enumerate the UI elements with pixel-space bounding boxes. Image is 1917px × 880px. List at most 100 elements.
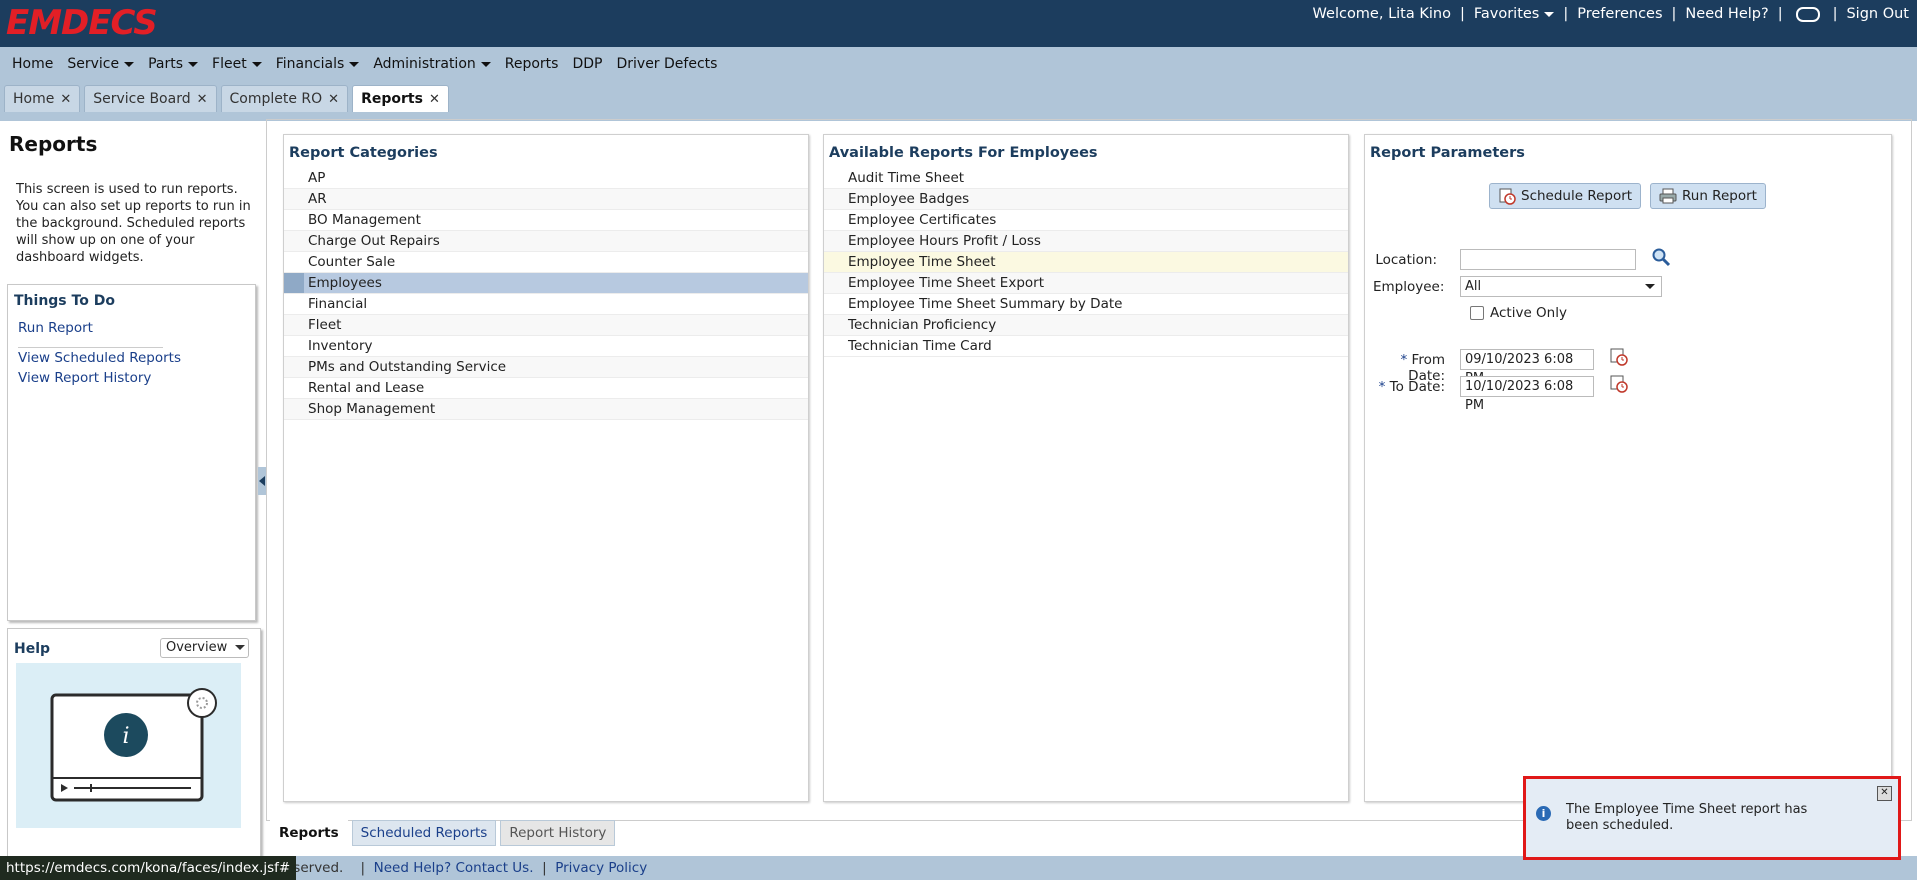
- footer-links: eserved. | Need Help? Contact Us. | Priv…: [285, 860, 648, 876]
- tab-service-board[interactable]: Service Board ✕: [84, 85, 217, 112]
- run-report-link[interactable]: Run Report: [18, 320, 93, 336]
- things-to-do-title: Things To Do: [14, 293, 115, 309]
- tab-report-history[interactable]: Report History: [500, 820, 616, 846]
- list-item[interactable]: AR: [284, 189, 808, 210]
- list-item[interactable]: Counter Sale: [284, 252, 808, 273]
- search-icon[interactable]: [1651, 247, 1671, 267]
- row-gutter: [824, 189, 844, 209]
- list-item[interactable]: Employee Time Sheet Summary by Date: [824, 294, 1348, 315]
- close-icon[interactable]: ✕: [1877, 786, 1892, 801]
- cloud-icon[interactable]: [1795, 6, 1820, 22]
- schedule-report-button[interactable]: Schedule Report: [1489, 183, 1642, 209]
- row-gutter: [284, 357, 304, 377]
- menu-label: Administration: [373, 56, 476, 72]
- list-item[interactable]: Financial: [284, 294, 808, 315]
- close-icon[interactable]: ✕: [328, 92, 339, 107]
- list-item[interactable]: Technician Proficiency: [824, 315, 1348, 336]
- list-item[interactable]: Technician Time Card: [824, 336, 1348, 357]
- active-only-checkbox[interactable]: [1470, 306, 1484, 320]
- info-icon: i: [1536, 806, 1551, 821]
- list-item[interactable]: PMs and Outstanding Service: [284, 357, 808, 378]
- tab-label: Service Board: [93, 91, 191, 107]
- contact-us-link[interactable]: Need Help? Contact Us.: [374, 860, 534, 876]
- list-item[interactable]: Shop Management: [284, 399, 808, 420]
- notification-message: The Employee Time Sheet report has been …: [1566, 802, 1808, 833]
- list-item[interactable]: Charge Out Repairs: [284, 231, 808, 252]
- list-item[interactable]: BO Management: [284, 210, 808, 231]
- menu-ddp[interactable]: DDP: [565, 52, 609, 76]
- row-gutter: [284, 231, 304, 251]
- view-report-history-link[interactable]: View Report History: [18, 370, 151, 386]
- privacy-policy-link[interactable]: Privacy Policy: [555, 860, 647, 876]
- row-gutter: [284, 378, 304, 398]
- favorites-menu[interactable]: Favorites: [1474, 6, 1555, 22]
- list-item[interactable]: Employee Time Sheet: [824, 252, 1348, 273]
- menu-administration[interactable]: Administration: [366, 52, 497, 76]
- location-label: Location:: [1375, 252, 1437, 268]
- emdecs-logo[interactable]: EMDECS: [6, 3, 158, 43]
- list-item-label: Inventory: [308, 338, 373, 354]
- calendar-icon[interactable]: [1609, 347, 1629, 367]
- list-item-label: Rental and Lease: [308, 380, 425, 396]
- view-scheduled-reports-link[interactable]: View Scheduled Reports: [18, 350, 181, 366]
- menu-service[interactable]: Service: [60, 52, 141, 76]
- row-gutter: [284, 336, 304, 356]
- location-input[interactable]: [1460, 249, 1636, 270]
- list-item[interactable]: Employee Time Sheet Export: [824, 273, 1348, 294]
- employee-select[interactable]: All: [1460, 276, 1662, 297]
- chevron-down-icon: [1645, 284, 1655, 289]
- row-gutter: [824, 294, 844, 314]
- sign-out-link[interactable]: Sign Out: [1846, 6, 1909, 22]
- tab-home[interactable]: Home ✕: [4, 85, 81, 112]
- active-only-label: Active Only: [1490, 305, 1567, 321]
- welcome-text: Welcome, Lita Kino: [1312, 6, 1451, 22]
- list-item-label: Fleet: [308, 317, 342, 333]
- need-help-link[interactable]: Need Help?: [1685, 6, 1768, 22]
- employee-value: All: [1465, 279, 1482, 294]
- help-video-thumbnail[interactable]: i: [16, 663, 241, 828]
- from-date-input[interactable]: 09/10/2023 6:08 PM: [1460, 349, 1594, 386]
- menu-reports[interactable]: Reports: [498, 52, 566, 76]
- row-gutter: [824, 210, 844, 230]
- close-icon[interactable]: ✕: [197, 92, 208, 107]
- tab-reports[interactable]: Reports ✕: [352, 85, 449, 112]
- tab-complete-ro[interactable]: Complete RO ✕: [220, 85, 349, 112]
- row-gutter: [284, 294, 304, 314]
- list-item[interactable]: Employee Badges: [824, 189, 1348, 210]
- menu-fleet[interactable]: Fleet: [205, 52, 269, 76]
- tab-scheduled-reports[interactable]: Scheduled Reports: [351, 820, 497, 846]
- main-content: Report Categories AP AR BO Management Charg…: [266, 119, 1912, 821]
- list-item[interactable]: Inventory: [284, 336, 808, 357]
- preferences-link[interactable]: Preferences: [1577, 6, 1662, 22]
- list-item[interactable]: Rental and Lease: [284, 378, 808, 399]
- menu-label: Reports: [504, 56, 559, 72]
- chevron-down-icon: [235, 645, 246, 650]
- calendar-icon[interactable]: [1609, 374, 1629, 394]
- list-item[interactable]: Employee Hours Profit / Loss: [824, 231, 1348, 252]
- list-item[interactable]: Fleet: [284, 315, 808, 336]
- row-gutter: [284, 399, 304, 419]
- to-date-input[interactable]: 10/10/2023 6:08 PM: [1460, 376, 1594, 413]
- list-item[interactable]: AP: [284, 168, 808, 189]
- menu-driver-defects[interactable]: Driver Defects: [609, 52, 724, 76]
- run-report-button[interactable]: Run Report: [1650, 183, 1766, 209]
- menu-home[interactable]: Home: [5, 52, 60, 76]
- list-item[interactable]: Audit Time Sheet: [824, 168, 1348, 189]
- available-reports-panel: Available Reports For Employees Audit Ti…: [823, 134, 1349, 802]
- tab-label: Reports: [361, 91, 423, 107]
- list-item-label: Technician Proficiency: [848, 317, 997, 333]
- chevron-down-icon: [251, 61, 262, 67]
- tab-reports-bottom[interactable]: Reports: [270, 820, 348, 846]
- divider: [18, 347, 163, 348]
- row-gutter: [284, 168, 304, 188]
- row-gutter: [284, 315, 304, 335]
- menu-parts[interactable]: Parts: [141, 52, 205, 76]
- list-item[interactable]: Employee Certificates: [824, 210, 1348, 231]
- report-parameters-panel: Report Parameters Schedule Report Run Re…: [1364, 134, 1892, 802]
- close-icon[interactable]: ✕: [429, 92, 440, 107]
- close-icon[interactable]: ✕: [60, 92, 71, 107]
- help-topic-select[interactable]: Overview: [160, 638, 249, 658]
- list-item[interactable]: Employees: [284, 273, 808, 294]
- menu-financials[interactable]: Financials: [269, 52, 367, 76]
- help-title: Help: [14, 641, 51, 657]
